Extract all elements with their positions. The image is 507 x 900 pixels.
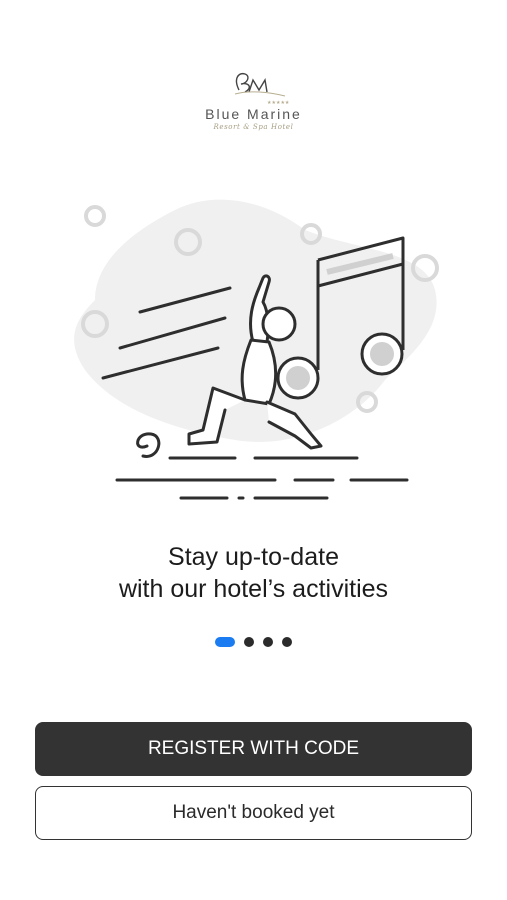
headline-line-2: with our hotel’s activities (118, 575, 389, 603)
headline-line-1: Stay up-to-date (168, 543, 339, 571)
brand-name: Blue Marine (205, 106, 302, 122)
monogram-icon: ★★★★★ (234, 72, 289, 106)
onboarding-headline: Stay up-to-date with our hotel’s activit… (0, 541, 507, 605)
dancer-music-note-illustration (55, 190, 455, 510)
havent-booked-yet-button[interactable]: Haven't booked yet (35, 786, 472, 840)
hotel-logo: ★★★★★ Blue Marine Resort & Spa Hotel (0, 68, 507, 138)
page-dot-4[interactable] (282, 637, 292, 647)
register-with-code-button[interactable]: REGISTER WITH CODE (35, 722, 472, 776)
page-dot-2[interactable] (244, 637, 254, 647)
page-indicator (0, 637, 507, 647)
page-dot-3[interactable] (263, 637, 273, 647)
page-dot-1[interactable] (215, 637, 235, 647)
brand-tagline: Resort & Spa Hotel (213, 123, 294, 131)
decor-ring-icon (84, 205, 106, 227)
